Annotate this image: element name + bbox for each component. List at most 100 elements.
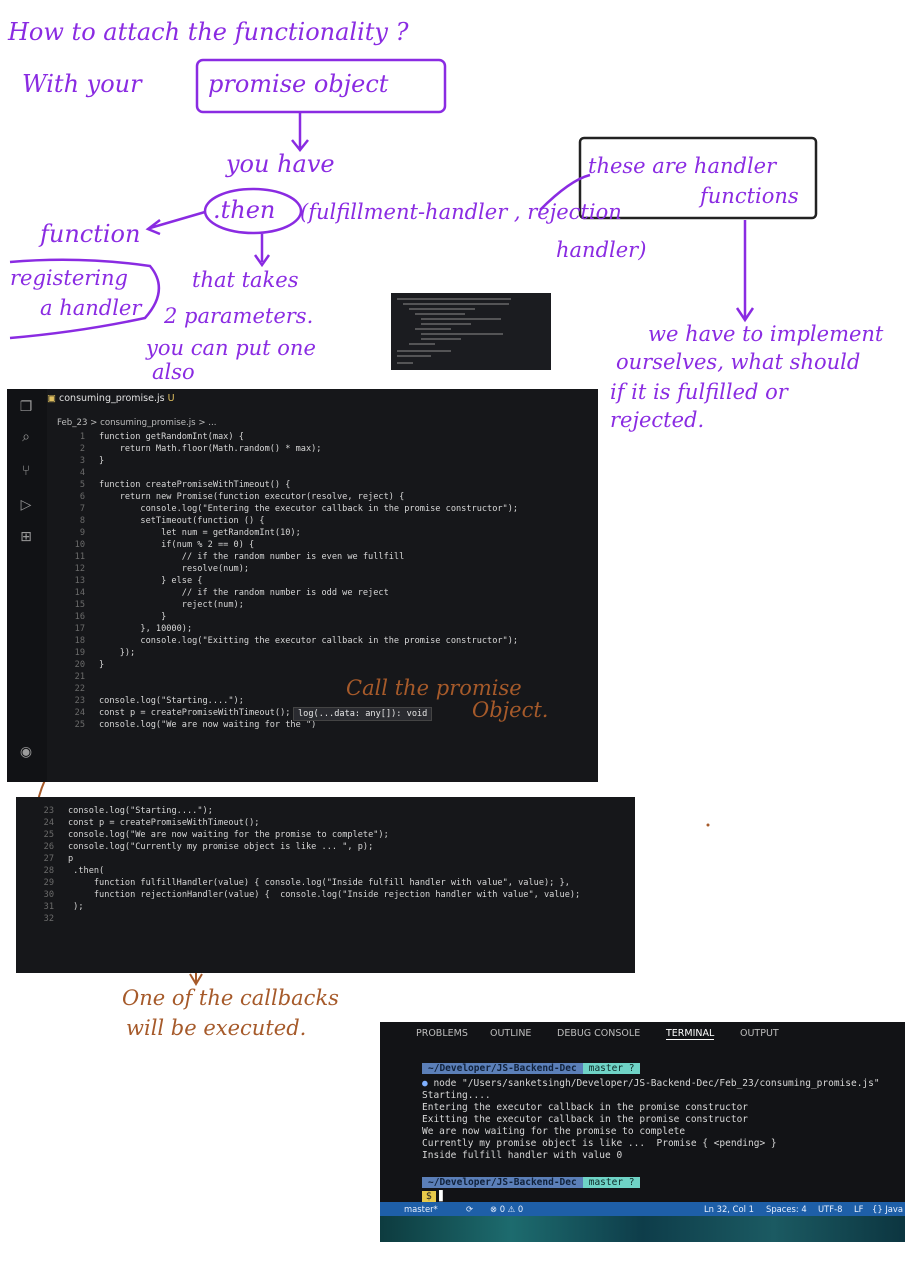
code-line[interactable]: 30 function rejectionHandler(value) { co… (16, 889, 581, 901)
line-code: const p = createPromiseWithTimeout(); (68, 818, 260, 828)
note-takes-2: 2 parameters. (164, 304, 314, 328)
code-line[interactable]: 4 (47, 467, 99, 479)
line-code: } (99, 456, 105, 466)
code-line[interactable]: 18 console.log("Exitting the executor ca… (47, 635, 518, 647)
tab-status: U (167, 393, 175, 404)
line-number: 31 (43, 902, 54, 912)
line-number: 25 (43, 830, 54, 840)
line-number: 25 (74, 720, 85, 730)
code-line[interactable]: 32 (16, 913, 68, 925)
line-number: 21 (74, 672, 85, 682)
line-code: }, 10000); (99, 624, 193, 634)
code-line[interactable]: 22 (47, 683, 99, 695)
status-position[interactable]: Ln 32, Col 1 (704, 1202, 754, 1216)
note-implement-1: we have to implement (648, 322, 884, 346)
line-number: 10 (74, 540, 85, 550)
line-code: console.log("We are now waiting for the … (99, 720, 317, 730)
tab-title: consuming_promise.js (59, 393, 165, 404)
code-line[interactable]: 25 console.log("We are now waiting for th… (47, 719, 317, 731)
code-line[interactable]: 12 resolve(num); (47, 563, 249, 575)
extensions-icon[interactable]: ⊞ (17, 529, 35, 547)
snippet-code-area[interactable]: 23 console.log("Starting...."); 24 const p … (16, 805, 635, 965)
editor-tab[interactable]: ▣ consuming_promise.js U (47, 393, 175, 404)
code-line[interactable]: 24 const p = createPromiseWithTimeout(); (16, 817, 260, 829)
line-number: 23 (43, 806, 54, 816)
line-number: 28 (43, 866, 54, 876)
note-heading: How to attach the functionality ? (8, 18, 409, 46)
code-line[interactable]: 3} (47, 455, 104, 467)
line-number: 7 (79, 504, 85, 514)
code-line[interactable]: 24 const p = createPromiseWithTimeout(); (47, 707, 291, 719)
status-branch[interactable]: master* (404, 1202, 438, 1216)
line-number: 32 (43, 914, 54, 924)
tab-outline[interactable]: OUTLINE (490, 1028, 531, 1039)
status-spaces[interactable]: Spaces: 4 (766, 1202, 807, 1216)
code-line[interactable]: 26 console.log("Currently my promise obje… (16, 841, 374, 853)
tab-debug-console[interactable]: DEBUG CONSOLE (557, 1028, 640, 1039)
code-line[interactable]: 15 reject(num); (47, 599, 244, 611)
status-lang[interactable]: {} Java (872, 1202, 903, 1216)
line-code: return new Promise(function executor(res… (99, 492, 405, 502)
terminal-output-line: Exitting the executor callback in the pr… (422, 1114, 749, 1125)
source-control-icon[interactable]: ⑂ (17, 463, 35, 481)
line-number: 8 (79, 516, 85, 526)
tab-terminal[interactable]: TERMINAL (666, 1028, 715, 1040)
account-icon[interactable]: ◉ (17, 744, 35, 762)
line-code: // if the random number is even we fullf… (99, 552, 405, 562)
code-line[interactable]: 31 ); (16, 901, 84, 913)
code-line[interactable]: 11 // if the random number is even we fu… (47, 551, 405, 563)
note-promise-object: promise object (208, 70, 389, 98)
note-implement-2: ourselves, what should (616, 350, 861, 374)
code-line[interactable]: 20} (47, 659, 105, 671)
line-number: 11 (74, 552, 85, 562)
code-line[interactable]: 1 function getRandomInt(max) { (47, 431, 244, 443)
line-number: 1 (79, 432, 85, 442)
code-line[interactable]: 6 return new Promise(function executor(r… (47, 491, 404, 503)
code-line[interactable]: 23 console.log("Starting...."); (47, 695, 244, 707)
code-line[interactable]: 9 let num = getRandomInt(10); (47, 527, 301, 539)
code-line[interactable]: 25 console.log("We are now waiting for th… (16, 829, 389, 841)
line-code: const p = createPromiseWithTimeout(); (99, 708, 291, 718)
line-number: 14 (74, 588, 85, 598)
files-icon[interactable]: ❐ (17, 399, 35, 417)
tab-output[interactable]: OUTPUT (740, 1028, 779, 1039)
line-number: 29 (43, 878, 54, 888)
code-line[interactable]: 29 function fulfillHandler(value) { cons… (16, 877, 570, 889)
code-line[interactable]: 10 if(num % 2 == 0) { (47, 539, 255, 551)
note-handler-functions-1: these are handler (588, 154, 777, 178)
run-debug-icon[interactable]: ▷ (17, 497, 35, 515)
code-line[interactable]: 14 // if the random number is odd we rej… (47, 587, 389, 599)
code-line[interactable]: 28 .then( (16, 865, 105, 877)
sync-icon[interactable]: ⟳ (466, 1202, 473, 1216)
tab-problems[interactable]: PROBLEMS (416, 1028, 468, 1039)
note-registering-1: registering (10, 266, 128, 290)
status-problems[interactable]: ⊗ 0 ⚠ 0 (490, 1202, 523, 1216)
note-function: function (40, 220, 141, 248)
code-line[interactable]: 16 } (47, 611, 167, 623)
code-line[interactable]: 13 } else { (47, 575, 203, 587)
line-number: 24 (43, 818, 54, 828)
code-line[interactable]: 2 return Math.floor(Math.random() * max)… (47, 443, 322, 455)
line-number: 6 (79, 492, 85, 502)
code-line[interactable]: 27 p (16, 853, 74, 865)
status-encoding[interactable]: UTF-8 (818, 1202, 842, 1216)
editor-screenshot: ❐ ⌕ ⑂ ▷ ⊞ ◉ ▣ consuming_promise.js U Feb… (7, 389, 598, 782)
note-implement-4: rejected. (610, 408, 705, 432)
code-line[interactable]: 7 console.log("Entering the executor cal… (47, 503, 518, 515)
code-line[interactable]: 21 (47, 671, 99, 683)
code-line[interactable]: 17 }, 10000); (47, 623, 193, 635)
breadcrumb[interactable]: Feb_23 > consuming_promise.js > ... (57, 418, 216, 428)
line-number: 19 (74, 648, 85, 658)
line-number: 12 (74, 564, 85, 574)
code-line[interactable]: 5 function createPromiseWithTimeout() { (47, 479, 291, 491)
code-line[interactable]: 19 }); (47, 647, 136, 659)
line-code: function getRandomInt(max) { (99, 432, 244, 442)
search-icon[interactable]: ⌕ (17, 429, 35, 447)
code-line[interactable]: 23 console.log("Starting...."); (16, 805, 213, 817)
status-eol[interactable]: LF (854, 1202, 863, 1216)
prompt-git: master ? (582, 1063, 641, 1074)
terminal-prompt-1: ~/Developer/JS-Backend-Dec master ? (422, 1062, 641, 1076)
note-implement-3: if it is fulfilled or (610, 380, 788, 404)
line-number: 27 (43, 854, 54, 864)
code-line[interactable]: 8 setTimeout(function () { (47, 515, 265, 527)
